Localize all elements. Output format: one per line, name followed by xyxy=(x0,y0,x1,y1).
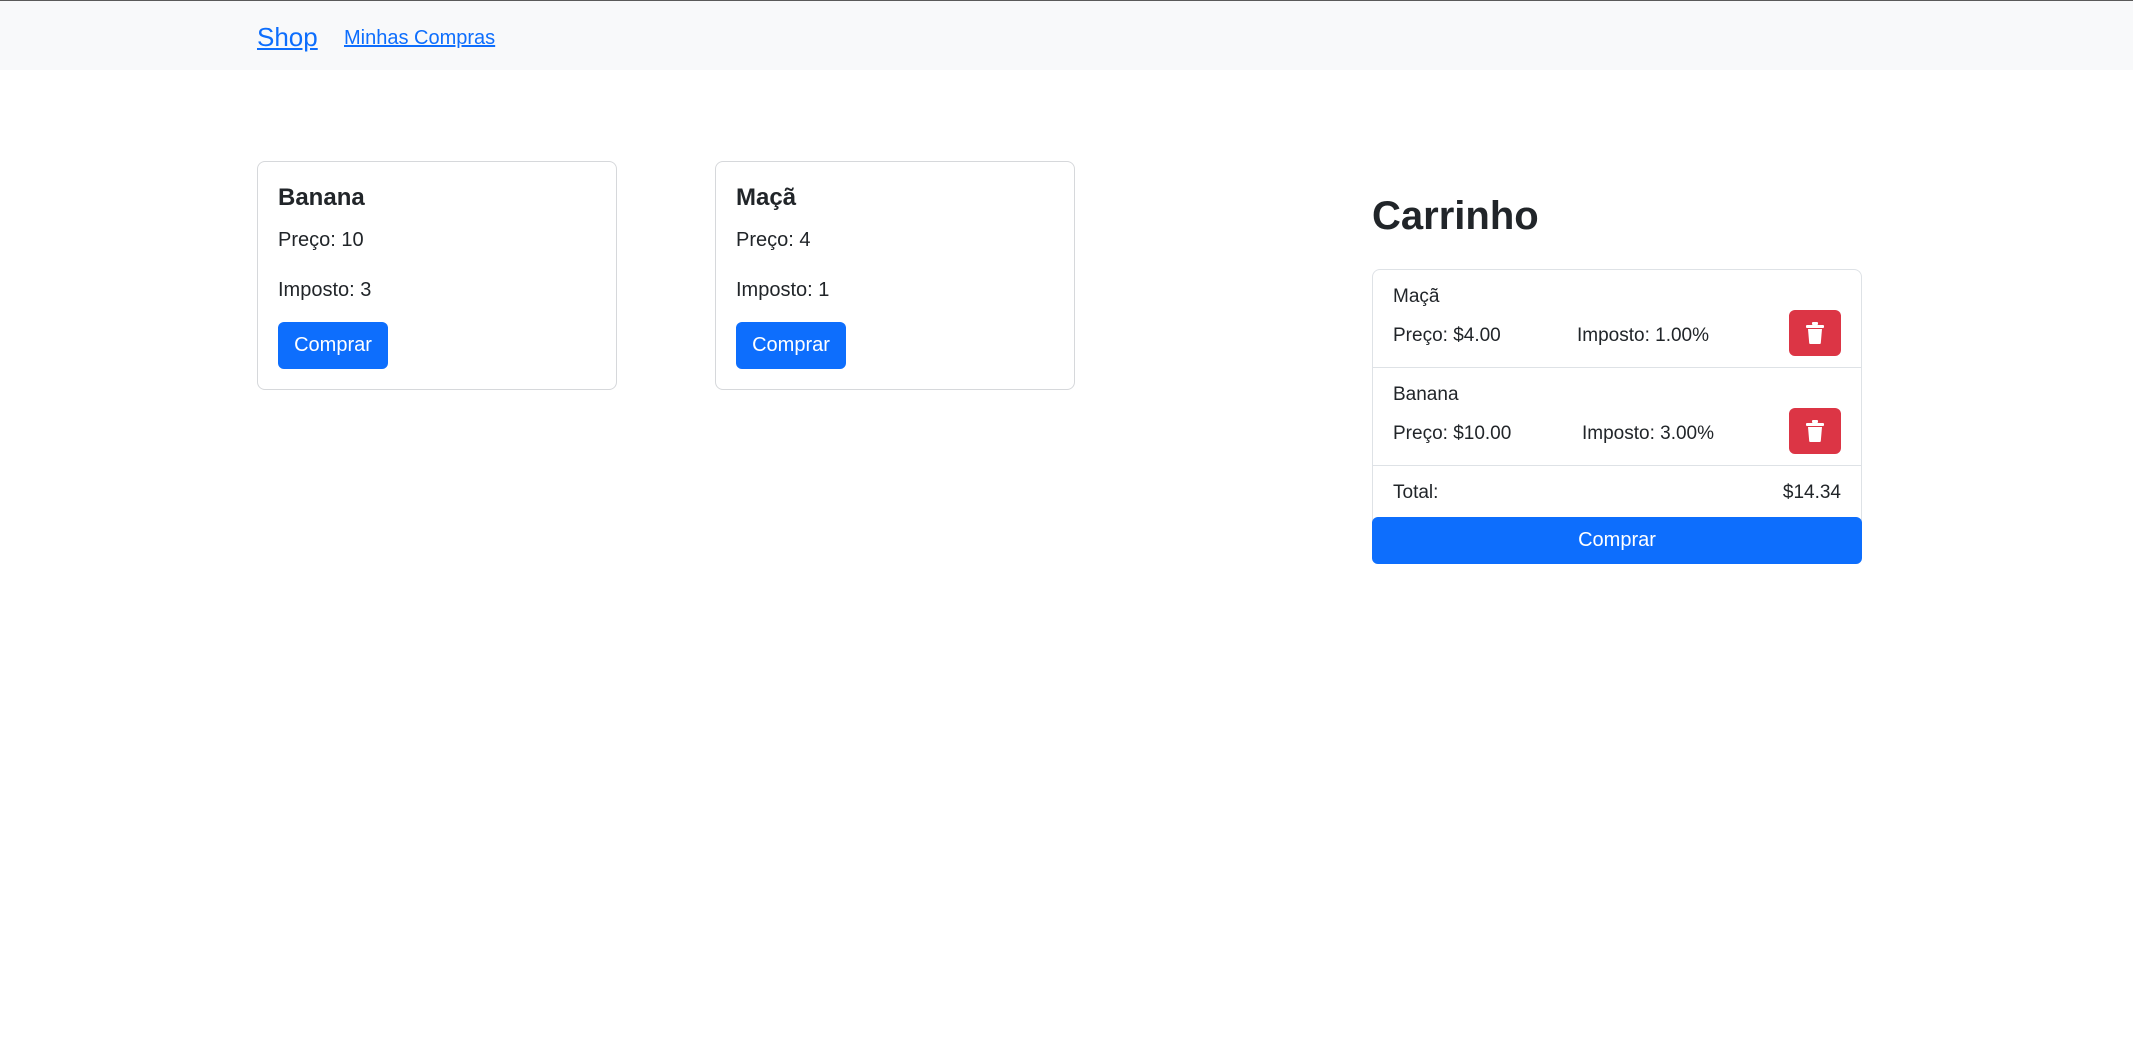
cart-item-price: Preço: $4.00 xyxy=(1393,325,1501,346)
product-tax: Imposto: 1 xyxy=(736,279,830,301)
buy-button[interactable]: Comprar xyxy=(278,322,388,369)
cart-list: Maçã Preço: $4.00 Imposto: 1.00% Banana … xyxy=(1372,269,1862,529)
product-name: Maçã xyxy=(736,184,797,211)
trash-icon xyxy=(1789,420,1841,442)
cart-item-name: Maçã xyxy=(1393,286,1440,307)
cart-total-row: Total: $14.34 xyxy=(1373,466,1861,520)
product-card: Maçã Preço: 4 Imposto: 1 Comprar xyxy=(715,161,1075,390)
cart-item: Maçã Preço: $4.00 Imposto: 1.00% xyxy=(1373,270,1861,368)
trash-icon xyxy=(1789,322,1841,344)
cart-item-price: Preço: $10.00 xyxy=(1393,423,1512,444)
product-price: Preço: 4 xyxy=(736,229,811,251)
product-tax: Imposto: 3 xyxy=(278,279,372,301)
cart-title: Carrinho xyxy=(1372,194,1539,238)
brand-link[interactable]: Shop xyxy=(257,21,318,53)
buy-button[interactable]: Comprar xyxy=(736,322,846,369)
remove-item-button[interactable] xyxy=(1789,408,1841,454)
checkout-button[interactable]: Comprar xyxy=(1372,517,1862,564)
cart-item: Banana Preço: $10.00 Imposto: 3.00% xyxy=(1373,368,1861,466)
remove-item-button[interactable] xyxy=(1789,310,1841,356)
navbar: Shop Minhas Compras xyxy=(0,0,2133,70)
product-name: Banana xyxy=(278,184,365,211)
cart-item-tax: Imposto: 1.00% xyxy=(1577,325,1710,346)
total-label: Total: xyxy=(1393,482,1439,503)
cart-item-tax: Imposto: 3.00% xyxy=(1582,423,1715,444)
cart-item-name: Banana xyxy=(1393,384,1459,405)
total-value: $14.34 xyxy=(1782,482,1841,503)
nav-link-minhas-compras[interactable]: Minhas Compras xyxy=(344,25,495,51)
product-card: Banana Preço: 10 Imposto: 3 Comprar xyxy=(257,161,617,390)
product-price: Preço: 10 xyxy=(278,229,364,251)
